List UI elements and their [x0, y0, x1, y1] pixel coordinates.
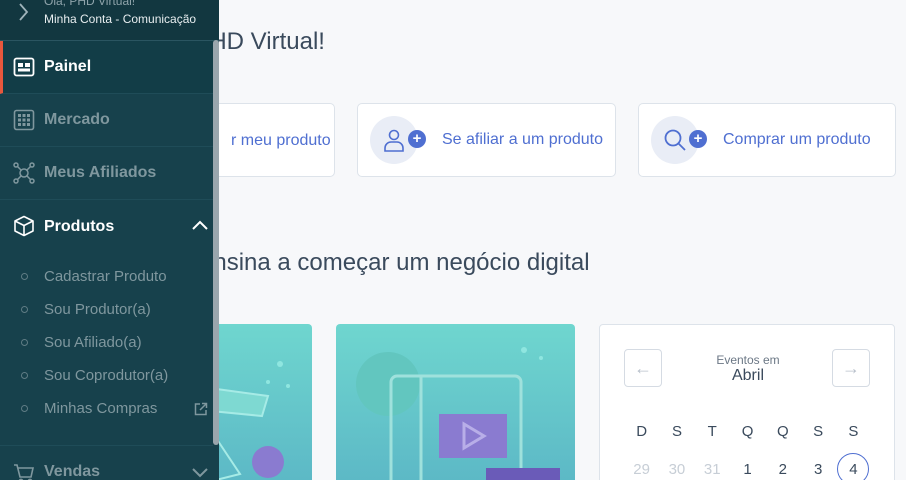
submenu-label: Sou Coprodutor(a): [44, 367, 169, 384]
sidebar-item-painel[interactable]: Painel: [0, 41, 213, 94]
weekday: S: [671, 423, 682, 440]
submenu-label: Sou Produtor(a): [44, 301, 151, 318]
sidebar-item-label: Painel: [44, 58, 92, 75]
submenu-label: Cadastrar Produto: [44, 268, 167, 285]
buy-product-label: Comprar um produto: [723, 131, 871, 148]
submenu-item-coprodutor[interactable]: Sou Coprodutor(a): [0, 361, 213, 394]
section-title: e ensina a começar um negócio digital: [180, 249, 590, 276]
sidebar-item-afiliados[interactable]: Meus Afiliados: [0, 147, 213, 200]
bullet-icon: [21, 306, 28, 313]
account-greeting: Olá, PHD Virtual!: [44, 0, 136, 8]
sidebar-scrollbar[interactable]: [213, 40, 219, 445]
submenu-label: Sou Afiliado(a): [44, 334, 142, 351]
affiliate-product-label: Se afiliar a um produto: [442, 131, 603, 148]
sidebar: Olá, PHD Virtual! Minha Conta - Comunica…: [0, 0, 219, 480]
box-icon: [14, 215, 34, 237]
chevron-down-icon[interactable]: [192, 468, 208, 478]
calendar-day[interactable]: 31: [695, 461, 730, 478]
calendar-day[interactable]: 29: [624, 461, 659, 478]
external-link-icon: [194, 402, 208, 416]
calendar-week: 29 30 31 1 2 3 4: [624, 461, 871, 478]
bullet-icon: [21, 339, 28, 346]
calendar-day[interactable]: 2: [765, 461, 800, 478]
grid-icon: [13, 109, 35, 131]
dashboard-icon: [13, 57, 35, 77]
sidebar-item-label: Vendas: [44, 463, 101, 480]
weekday: Q: [777, 423, 789, 440]
video-thumbnail[interactable]: [336, 324, 575, 480]
account-header[interactable]: Olá, PHD Virtual! Minha Conta - Comunica…: [0, 0, 219, 41]
submenu-item-compras[interactable]: Minhas Compras: [0, 394, 213, 427]
chevron-up-icon[interactable]: [192, 220, 208, 230]
weekday: S: [848, 423, 859, 440]
submenu-item-cadastrar[interactable]: Cadastrar Produto: [0, 262, 213, 295]
sidebar-item-vendas[interactable]: Vendas: [0, 445, 213, 480]
cart-icon: [14, 464, 34, 480]
search-plus-icon: +: [651, 116, 707, 164]
sidebar-item-label: Produtos: [44, 217, 115, 235]
sidebar-item-label: Meus Afiliados: [44, 164, 157, 181]
network-icon: [13, 162, 35, 184]
buy-product-card[interactable]: + Comprar um produto: [638, 103, 896, 177]
weekday: T: [707, 423, 717, 440]
bullet-icon: [21, 405, 28, 412]
user-plus-icon: +: [370, 116, 426, 164]
weekday-header: D S T Q Q S S: [624, 423, 871, 440]
sidebar-item-mercado[interactable]: Mercado: [0, 94, 213, 147]
calendar-day[interactable]: 1: [730, 461, 765, 478]
events-calendar: ← Eventos em Abril → D S T Q Q S S 29 30…: [599, 324, 895, 480]
create-product-label: r meu produto: [231, 132, 331, 149]
submenu-item-afiliado[interactable]: Sou Afiliado(a): [0, 328, 213, 361]
calendar-day[interactable]: 30: [659, 461, 694, 478]
account-links[interactable]: Minha Conta - Comunicação: [44, 12, 196, 26]
calendar-day[interactable]: 3: [800, 461, 835, 478]
submenu-item-produtor[interactable]: Sou Produtor(a): [0, 295, 213, 328]
weekday: D: [636, 423, 648, 440]
calendar-day-today[interactable]: 4: [836, 461, 871, 478]
next-month-button[interactable]: →: [832, 349, 870, 387]
chevron-right-icon: [19, 3, 29, 21]
arrow-right-icon: →: [842, 358, 860, 378]
weekday: S: [813, 423, 824, 440]
sidebar-item-label: Mercado: [44, 111, 110, 128]
submenu-label: Minhas Compras: [44, 400, 158, 417]
sidebar-item-produtos[interactable]: Produtos: [0, 200, 213, 253]
weekday: Q: [741, 423, 754, 440]
affiliate-product-card[interactable]: + Se afiliar a um produto: [357, 103, 616, 177]
bullet-icon: [21, 372, 28, 379]
bullet-icon: [21, 273, 28, 280]
